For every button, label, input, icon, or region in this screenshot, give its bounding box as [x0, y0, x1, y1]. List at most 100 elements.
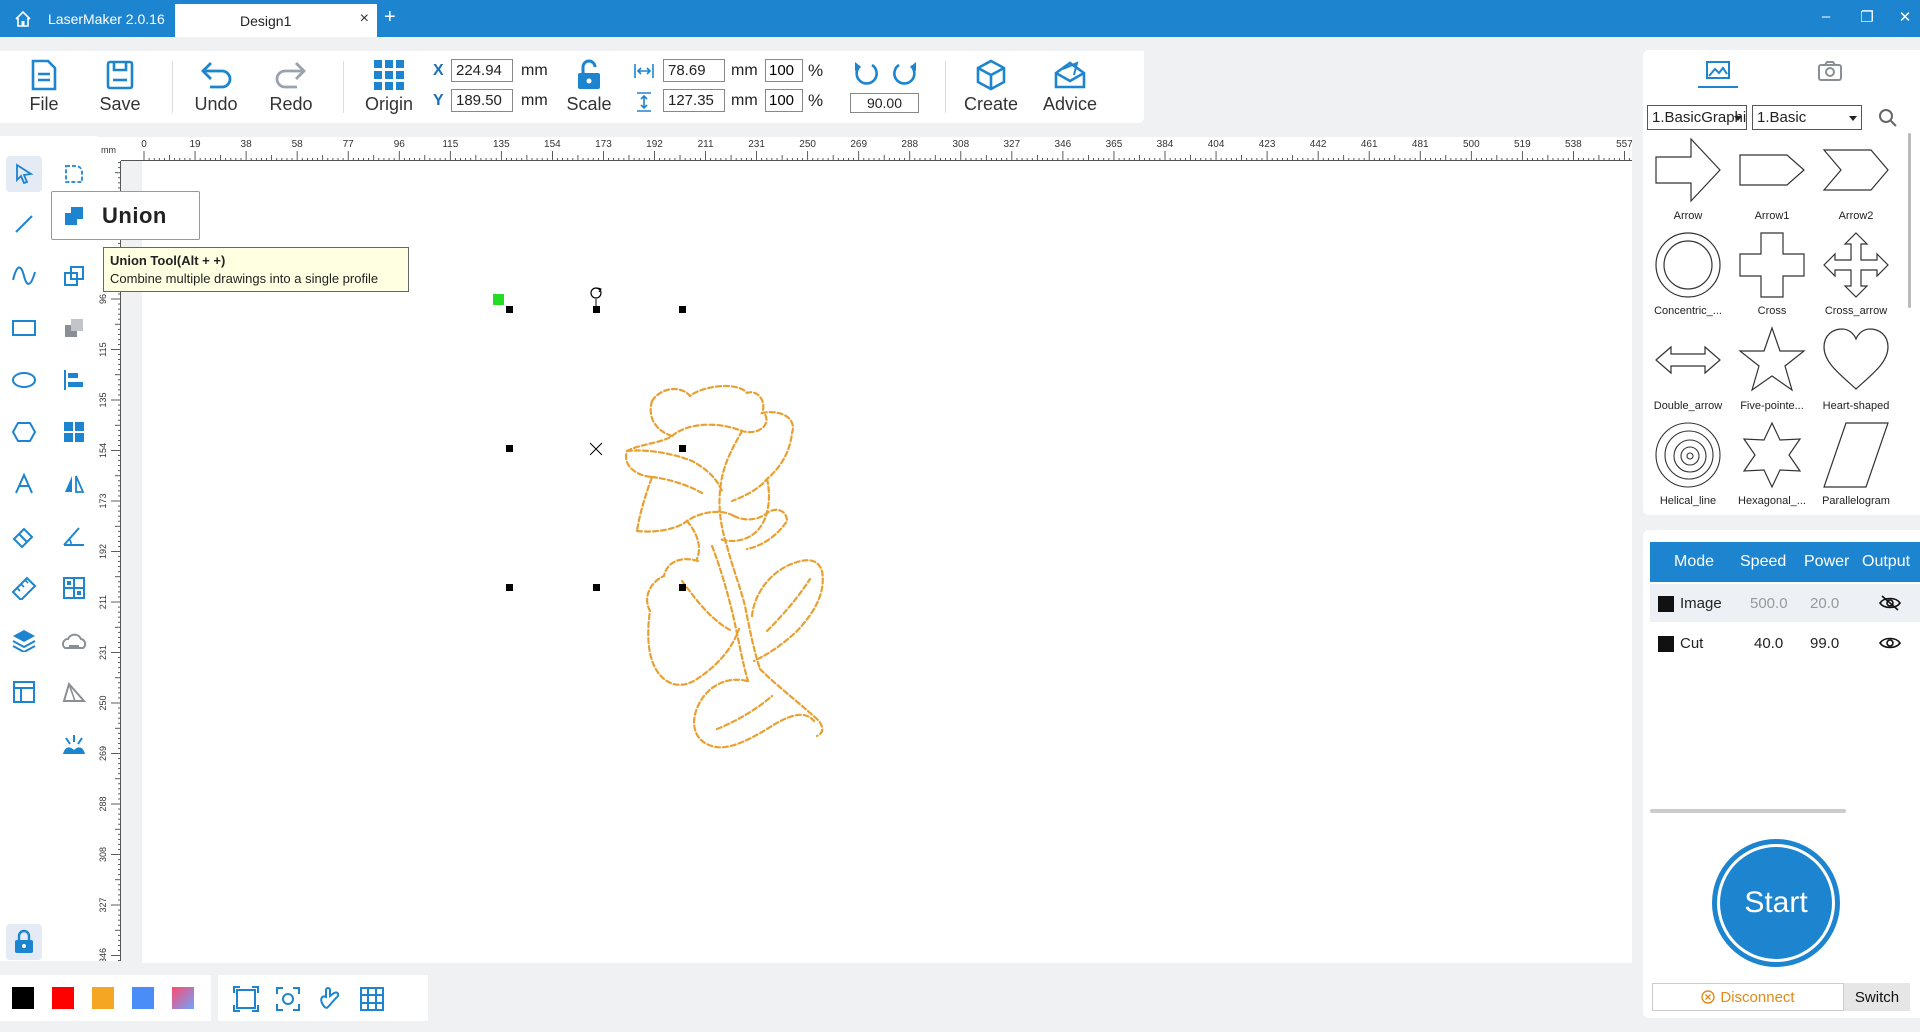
rotation-input[interactable] [850, 93, 919, 113]
align-tool[interactable] [56, 362, 92, 398]
width-percent-input[interactable] [765, 59, 803, 82]
tab-shape-library[interactable] [1688, 56, 1748, 88]
shape-arrow[interactable]: Arrow [1646, 135, 1730, 229]
search-icon[interactable] [1877, 107, 1899, 129]
subtract-tool[interactable] [56, 310, 92, 346]
layer-mode: Cut [1680, 635, 1704, 652]
x-position-input[interactable] [451, 59, 513, 82]
draw-path-icon [62, 681, 87, 702]
ruler-tool[interactable] [6, 570, 42, 606]
node-edit-tool[interactable] [56, 156, 92, 192]
disconnect-label: Disconnect [1720, 988, 1795, 1006]
tab-design1[interactable]: Design1 × [175, 4, 377, 37]
text-tool[interactable] [6, 466, 42, 502]
shape-arrow2[interactable]: Arrow2 [1814, 135, 1898, 229]
split-tool[interactable] [56, 570, 92, 606]
pan-hand-icon[interactable] [316, 985, 344, 1013]
layer-color-swatch[interactable] [1658, 596, 1674, 612]
layer-table-header: Mode Speed Power Output [1650, 542, 1920, 582]
eraser-tool[interactable] [6, 518, 42, 554]
tab-close-icon[interactable]: × [360, 10, 369, 28]
line-tool[interactable] [6, 206, 42, 242]
unlock-icon [578, 59, 600, 89]
chevron-down-icon [1734, 116, 1742, 121]
minimize-icon[interactable]: – [1816, 8, 1836, 25]
create-button[interactable]: Create [958, 59, 1024, 121]
curve-tool[interactable] [6, 258, 42, 294]
layer-color-swatch[interactable] [1658, 636, 1674, 652]
home-icon[interactable] [14, 10, 32, 28]
eye-hidden-icon[interactable] [1878, 594, 1902, 612]
swatch-blue[interactable] [132, 987, 154, 1009]
library-scrollbar[interactable] [1908, 133, 1911, 308]
rotate-right-icon[interactable] [891, 59, 919, 87]
eye-icon[interactable] [1878, 634, 1902, 652]
swatch-orange[interactable] [92, 987, 114, 1009]
layer-speed[interactable]: 500.0 [1750, 595, 1788, 612]
origin-button[interactable]: Origin [356, 59, 422, 121]
shape-hexagonal-star[interactable]: Hexagonal_... [1730, 420, 1814, 514]
close-window-icon[interactable]: ✕ [1895, 8, 1915, 26]
union-tool[interactable] [56, 258, 92, 294]
rectangle-tool[interactable] [6, 310, 42, 346]
shape-double-arrow[interactable]: Double_arrow [1646, 325, 1730, 419]
fit-page-icon[interactable] [232, 985, 260, 1013]
shape-cross[interactable]: Cross [1730, 230, 1814, 324]
measure-tool[interactable] [56, 518, 92, 554]
polygon-tool[interactable] [6, 414, 42, 450]
shape-arrow1[interactable]: Arrow1 [1730, 135, 1814, 229]
y-position-input[interactable] [451, 89, 513, 112]
shape-heart[interactable]: Heart-shaped [1814, 325, 1898, 419]
offset-tool[interactable] [56, 622, 92, 658]
redo-button[interactable]: Redo [258, 59, 324, 121]
rose-drawing[interactable] [624, 384, 824, 749]
layer-power[interactable]: 99.0 [1810, 635, 1839, 652]
ruler-tick-label: 346 [98, 948, 108, 961]
layers-tool[interactable] [6, 622, 42, 658]
array-tool[interactable] [56, 414, 92, 450]
width-input[interactable] [663, 59, 725, 82]
shape-parallelogram[interactable]: Parallelogram [1814, 420, 1898, 514]
camera-icon [1818, 61, 1842, 81]
advice-button[interactable]: Advice [1037, 59, 1103, 121]
height-input[interactable] [663, 89, 725, 112]
switch-button[interactable]: Switch [1844, 983, 1910, 1011]
shape-cross-arrow[interactable]: Cross_arrow [1814, 230, 1898, 324]
subcategory-dropdown[interactable]: 1.Basic [1752, 105, 1862, 130]
rotate-left-icon[interactable] [852, 59, 880, 87]
swatch-gradient[interactable] [172, 987, 194, 1009]
grid-icon[interactable] [358, 985, 386, 1013]
shape-five-pointed[interactable]: Five-pointe... [1730, 325, 1814, 419]
layer-row-image[interactable]: Image 500.0 20.0 [1650, 584, 1920, 622]
tab-camera[interactable] [1800, 56, 1860, 86]
restore-icon[interactable]: ❐ [1857, 8, 1877, 26]
rotate-handle[interactable] [590, 287, 602, 309]
fit-selection-icon[interactable] [274, 985, 302, 1013]
material-tool[interactable] [6, 674, 42, 710]
layer-power[interactable]: 20.0 [1810, 595, 1839, 612]
height-percent-input[interactable] [765, 89, 803, 112]
lock-button[interactable] [6, 924, 42, 960]
file-button[interactable]: File [11, 59, 77, 121]
union-flyout[interactable]: Union [51, 191, 200, 240]
disconnect-button[interactable]: Disconnect [1652, 983, 1844, 1011]
undo-button[interactable]: Undo [183, 59, 249, 121]
swatch-black[interactable] [12, 987, 34, 1009]
start-button[interactable]: Start [1720, 847, 1832, 959]
camera-effect-tool[interactable] [56, 726, 92, 762]
layer-row-cut[interactable]: Cut 40.0 99.0 [1650, 624, 1920, 662]
select-tool[interactable] [6, 156, 42, 192]
path-tool[interactable] [56, 674, 92, 710]
ellipse-tool[interactable] [6, 362, 42, 398]
shape-concentric[interactable]: Concentric_... [1646, 230, 1730, 324]
add-tab-icon[interactable]: + [384, 6, 396, 29]
save-button[interactable]: Save [87, 59, 153, 121]
layer-speed[interactable]: 40.0 [1754, 635, 1783, 652]
mirror-tool[interactable] [56, 466, 92, 502]
shape-helical-line[interactable]: Helical_line [1646, 420, 1730, 514]
scale-lock-button[interactable]: Scale [556, 59, 622, 121]
width-unit: mm [731, 62, 758, 79]
category-dropdown[interactable]: 1.BasicGraphics [1647, 105, 1747, 130]
layer-scrollbar[interactable] [1650, 809, 1846, 813]
swatch-red[interactable] [52, 987, 74, 1009]
